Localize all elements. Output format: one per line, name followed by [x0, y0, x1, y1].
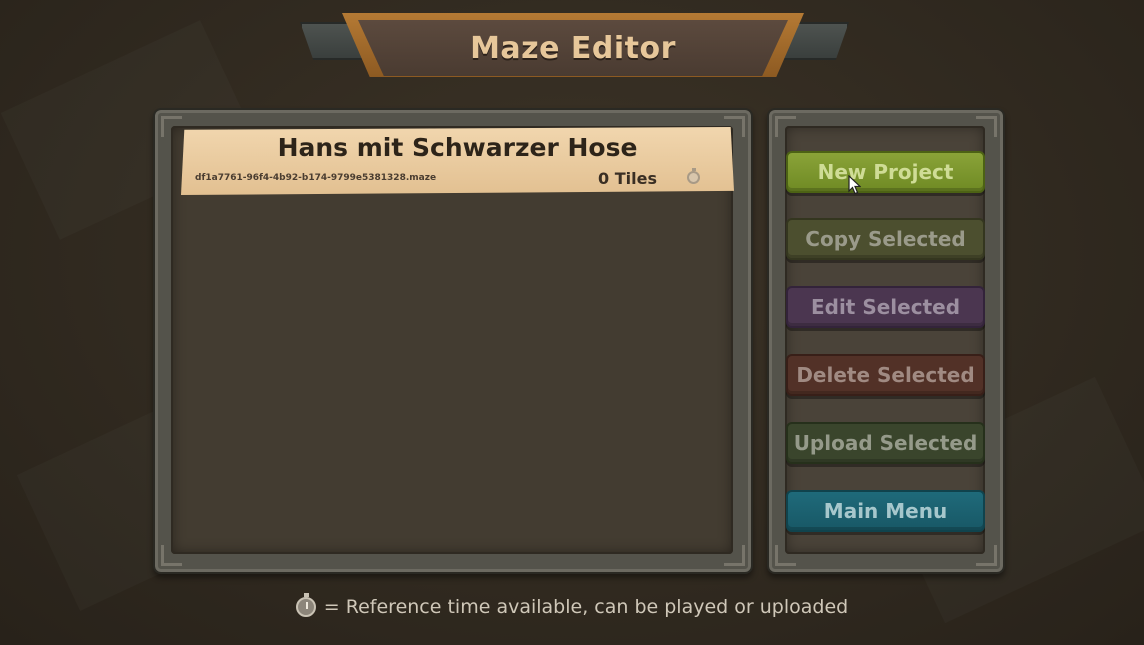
upload-selected-button[interactable]: Upload Selected	[786, 422, 985, 464]
page-title: Maze Editor	[470, 30, 676, 66]
copy-selected-button[interactable]: Copy Selected	[786, 218, 985, 260]
title-banner-inner: Maze Editor	[358, 20, 788, 76]
footer-legend: = Reference time available, can be playe…	[0, 593, 1144, 618]
edit-selected-button[interactable]: Edit Selected	[786, 286, 985, 328]
project-tile-count: 0 Tiles	[598, 169, 657, 188]
project-name: Hans mit Schwarzer Hose	[277, 133, 638, 162]
stopwatch-icon	[295, 593, 316, 617]
main-menu-button[interactable]: Main Menu	[786, 490, 985, 532]
stopwatch-icon	[687, 168, 700, 184]
footer-text: = Reference time available, can be playe…	[323, 596, 849, 618]
mouse-cursor-icon	[848, 175, 861, 195]
project-card[interactable]: Hans mit Schwarzer Hose df1a7761-96f4-4b…	[181, 127, 734, 195]
project-filename: df1a7761-96f4-4b92-b174-9799e5381328.maz…	[195, 173, 437, 183]
new-project-button[interactable]: New Project	[786, 151, 985, 193]
delete-selected-button[interactable]: Delete Selected	[786, 354, 985, 396]
